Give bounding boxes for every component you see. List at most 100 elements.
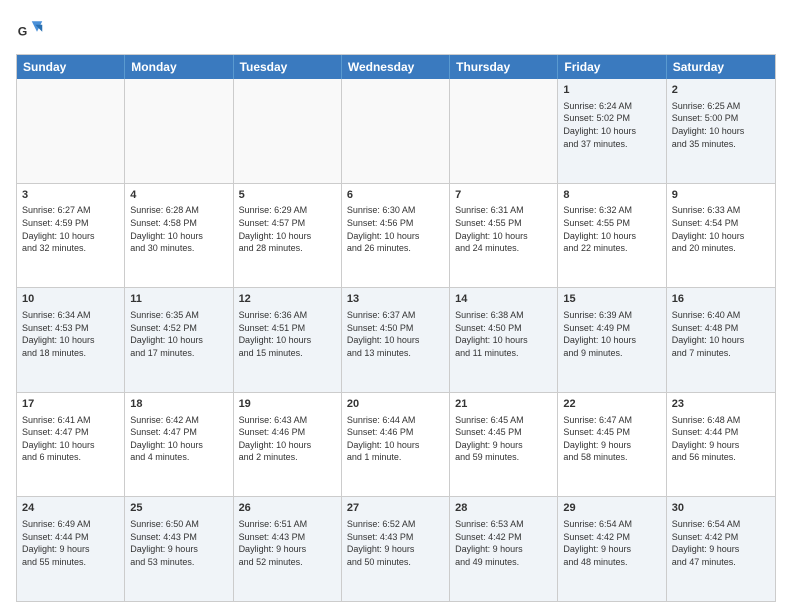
day-info: Sunrise: 6:29 AM Sunset: 4:57 PM Dayligh…	[239, 204, 336, 254]
day-info: Sunrise: 6:38 AM Sunset: 4:50 PM Dayligh…	[455, 309, 552, 359]
logo: G	[16, 16, 48, 44]
day-number: 10	[22, 292, 119, 307]
day-number: 5	[239, 188, 336, 203]
day-info: Sunrise: 6:48 AM Sunset: 4:44 PM Dayligh…	[672, 414, 770, 464]
day-info: Sunrise: 6:44 AM Sunset: 4:46 PM Dayligh…	[347, 414, 444, 464]
logo-icon: G	[16, 16, 44, 44]
day-number: 21	[455, 397, 552, 412]
day-number: 30	[672, 501, 770, 516]
calendar-cell-19: 19 Sunrise: 6:43 AM Sunset: 4:46 PM Dayli…	[234, 393, 342, 497]
calendar-cell-empty-0-0	[17, 79, 125, 183]
day-info: Sunrise: 6:32 AM Sunset: 4:55 PM Dayligh…	[563, 204, 660, 254]
calendar-cell-28: 28 Sunrise: 6:53 AM Sunset: 4:42 PM Dayli…	[450, 497, 558, 601]
day-info: Sunrise: 6:33 AM Sunset: 4:54 PM Dayligh…	[672, 204, 770, 254]
calendar-cell-12: 12Sunrise: 6:36 AM Sunset: 4:51 PM Dayli…	[234, 288, 342, 392]
calendar-row-5: 24Sunrise: 6:49 AM Sunset: 4:44 PM Dayli…	[17, 496, 775, 601]
day-number: 20	[347, 397, 444, 412]
day-info: Sunrise: 6:37 AM Sunset: 4:50 PM Dayligh…	[347, 309, 444, 359]
day-info: Sunrise: 6:31 AM Sunset: 4:55 PM Dayligh…	[455, 204, 552, 254]
day-info: Sunrise: 6:45 AM Sunset: 4:45 PM Dayligh…	[455, 414, 552, 464]
day-info: Sunrise: 6:41 AM Sunset: 4:47 PM Dayligh…	[22, 414, 119, 464]
day-number: 22	[563, 397, 660, 412]
day-info: Sunrise: 6:50 AM Sunset: 4:43 PM Dayligh…	[130, 518, 227, 568]
day-info: Sunrise: 6:43 AM Sunset: 4:46 PM Dayligh…	[239, 414, 336, 464]
day-number: 4	[130, 188, 227, 203]
calendar-cell-25: 25 Sunrise: 6:50 AM Sunset: 4:43 PM Dayli…	[125, 497, 233, 601]
day-info: Sunrise: 6:54 AM Sunset: 4:42 PM Dayligh…	[563, 518, 660, 568]
calendar-cell-20: 20 Sunrise: 6:44 AM Sunset: 4:46 PM Dayli…	[342, 393, 450, 497]
calendar-cell-empty-0-2	[234, 79, 342, 183]
day-number: 8	[563, 188, 660, 203]
calendar-cell-11: 11 Sunrise: 6:35 AM Sunset: 4:52 PM Dayli…	[125, 288, 233, 392]
day-number: 29	[563, 501, 660, 516]
calendar-cell-7: 7Sunrise: 6:31 AM Sunset: 4:55 PM Daylig…	[450, 184, 558, 288]
calendar-row-2: 3Sunrise: 6:27 AM Sunset: 4:59 PM Daylig…	[17, 183, 775, 288]
header-day-saturday: Saturday	[667, 55, 775, 79]
calendar-cell-empty-0-1	[125, 79, 233, 183]
day-info: Sunrise: 6:39 AM Sunset: 4:49 PM Dayligh…	[563, 309, 660, 359]
calendar-cell-empty-0-3	[342, 79, 450, 183]
day-number: 1	[563, 83, 660, 98]
day-number: 6	[347, 188, 444, 203]
calendar-cell-23: 23 Sunrise: 6:48 AM Sunset: 4:44 PM Dayli…	[667, 393, 775, 497]
day-number: 11	[130, 292, 227, 307]
day-info: Sunrise: 6:53 AM Sunset: 4:42 PM Dayligh…	[455, 518, 552, 568]
calendar-cell-6: 6Sunrise: 6:30 AM Sunset: 4:56 PM Daylig…	[342, 184, 450, 288]
day-info: Sunrise: 6:51 AM Sunset: 4:43 PM Dayligh…	[239, 518, 336, 568]
day-number: 17	[22, 397, 119, 412]
calendar-header: SundayMondayTuesdayWednesdayThursdayFrid…	[17, 55, 775, 79]
calendar-cell-17: 17 Sunrise: 6:41 AM Sunset: 4:47 PM Dayli…	[17, 393, 125, 497]
day-number: 19	[239, 397, 336, 412]
day-info: Sunrise: 6:25 AM Sunset: 5:00 PM Dayligh…	[672, 100, 770, 150]
day-info: Sunrise: 6:30 AM Sunset: 4:56 PM Dayligh…	[347, 204, 444, 254]
calendar-cell-8: 8Sunrise: 6:32 AM Sunset: 4:55 PM Daylig…	[558, 184, 666, 288]
calendar-cell-4: 4Sunrise: 6:28 AM Sunset: 4:58 PM Daylig…	[125, 184, 233, 288]
day-number: 3	[22, 188, 119, 203]
calendar-cell-24: 24Sunrise: 6:49 AM Sunset: 4:44 PM Dayli…	[17, 497, 125, 601]
day-info: Sunrise: 6:27 AM Sunset: 4:59 PM Dayligh…	[22, 204, 119, 254]
calendar-cell-21: 21 Sunrise: 6:45 AM Sunset: 4:45 PM Dayli…	[450, 393, 558, 497]
calendar-cell-2: 2 Sunrise: 6:25 AM Sunset: 5:00 PM Daylig…	[667, 79, 775, 183]
calendar-cell-27: 27Sunrise: 6:52 AM Sunset: 4:43 PM Dayli…	[342, 497, 450, 601]
day-number: 14	[455, 292, 552, 307]
calendar-cell-18: 18Sunrise: 6:42 AM Sunset: 4:47 PM Dayli…	[125, 393, 233, 497]
header-day-friday: Friday	[558, 55, 666, 79]
calendar-cell-3: 3Sunrise: 6:27 AM Sunset: 4:59 PM Daylig…	[17, 184, 125, 288]
day-number: 12	[239, 292, 336, 307]
calendar-cell-empty-0-4	[450, 79, 558, 183]
day-number: 13	[347, 292, 444, 307]
calendar-cell-9: 9Sunrise: 6:33 AM Sunset: 4:54 PM Daylig…	[667, 184, 775, 288]
day-info: Sunrise: 6:40 AM Sunset: 4:48 PM Dayligh…	[672, 309, 770, 359]
day-number: 18	[130, 397, 227, 412]
day-number: 23	[672, 397, 770, 412]
header-day-sunday: Sunday	[17, 55, 125, 79]
day-number: 2	[672, 83, 770, 98]
day-info: Sunrise: 6:52 AM Sunset: 4:43 PM Dayligh…	[347, 518, 444, 568]
calendar-cell-29: 29 Sunrise: 6:54 AM Sunset: 4:42 PM Dayli…	[558, 497, 666, 601]
calendar-cell-10: 10Sunrise: 6:34 AM Sunset: 4:53 PM Dayli…	[17, 288, 125, 392]
day-number: 9	[672, 188, 770, 203]
day-info: Sunrise: 6:47 AM Sunset: 4:45 PM Dayligh…	[563, 414, 660, 464]
header-day-tuesday: Tuesday	[234, 55, 342, 79]
calendar-cell-16: 16Sunrise: 6:40 AM Sunset: 4:48 PM Dayli…	[667, 288, 775, 392]
day-number: 28	[455, 501, 552, 516]
calendar-cell-1: 1 Sunrise: 6:24 AM Sunset: 5:02 PM Daylig…	[558, 79, 666, 183]
calendar-cell-30: 30Sunrise: 6:54 AM Sunset: 4:42 PM Dayli…	[667, 497, 775, 601]
day-info: Sunrise: 6:35 AM Sunset: 4:52 PM Dayligh…	[130, 309, 227, 359]
day-info: Sunrise: 6:28 AM Sunset: 4:58 PM Dayligh…	[130, 204, 227, 254]
calendar-cell-22: 22 Sunrise: 6:47 AM Sunset: 4:45 PM Dayli…	[558, 393, 666, 497]
calendar-cell-15: 15 Sunrise: 6:39 AM Sunset: 4:49 PM Dayli…	[558, 288, 666, 392]
calendar-cell-14: 14 Sunrise: 6:38 AM Sunset: 4:50 PM Dayli…	[450, 288, 558, 392]
day-number: 15	[563, 292, 660, 307]
day-number: 25	[130, 501, 227, 516]
day-info: Sunrise: 6:24 AM Sunset: 5:02 PM Dayligh…	[563, 100, 660, 150]
calendar-row-3: 10Sunrise: 6:34 AM Sunset: 4:53 PM Dayli…	[17, 287, 775, 392]
calendar-cell-5: 5Sunrise: 6:29 AM Sunset: 4:57 PM Daylig…	[234, 184, 342, 288]
header-day-thursday: Thursday	[450, 55, 558, 79]
calendar-cell-26: 26Sunrise: 6:51 AM Sunset: 4:43 PM Dayli…	[234, 497, 342, 601]
day-info: Sunrise: 6:49 AM Sunset: 4:44 PM Dayligh…	[22, 518, 119, 568]
calendar-row-4: 17 Sunrise: 6:41 AM Sunset: 4:47 PM Dayli…	[17, 392, 775, 497]
day-number: 7	[455, 188, 552, 203]
calendar: SundayMondayTuesdayWednesdayThursdayFrid…	[16, 54, 776, 602]
calendar-body: 1 Sunrise: 6:24 AM Sunset: 5:02 PM Daylig…	[17, 79, 775, 601]
